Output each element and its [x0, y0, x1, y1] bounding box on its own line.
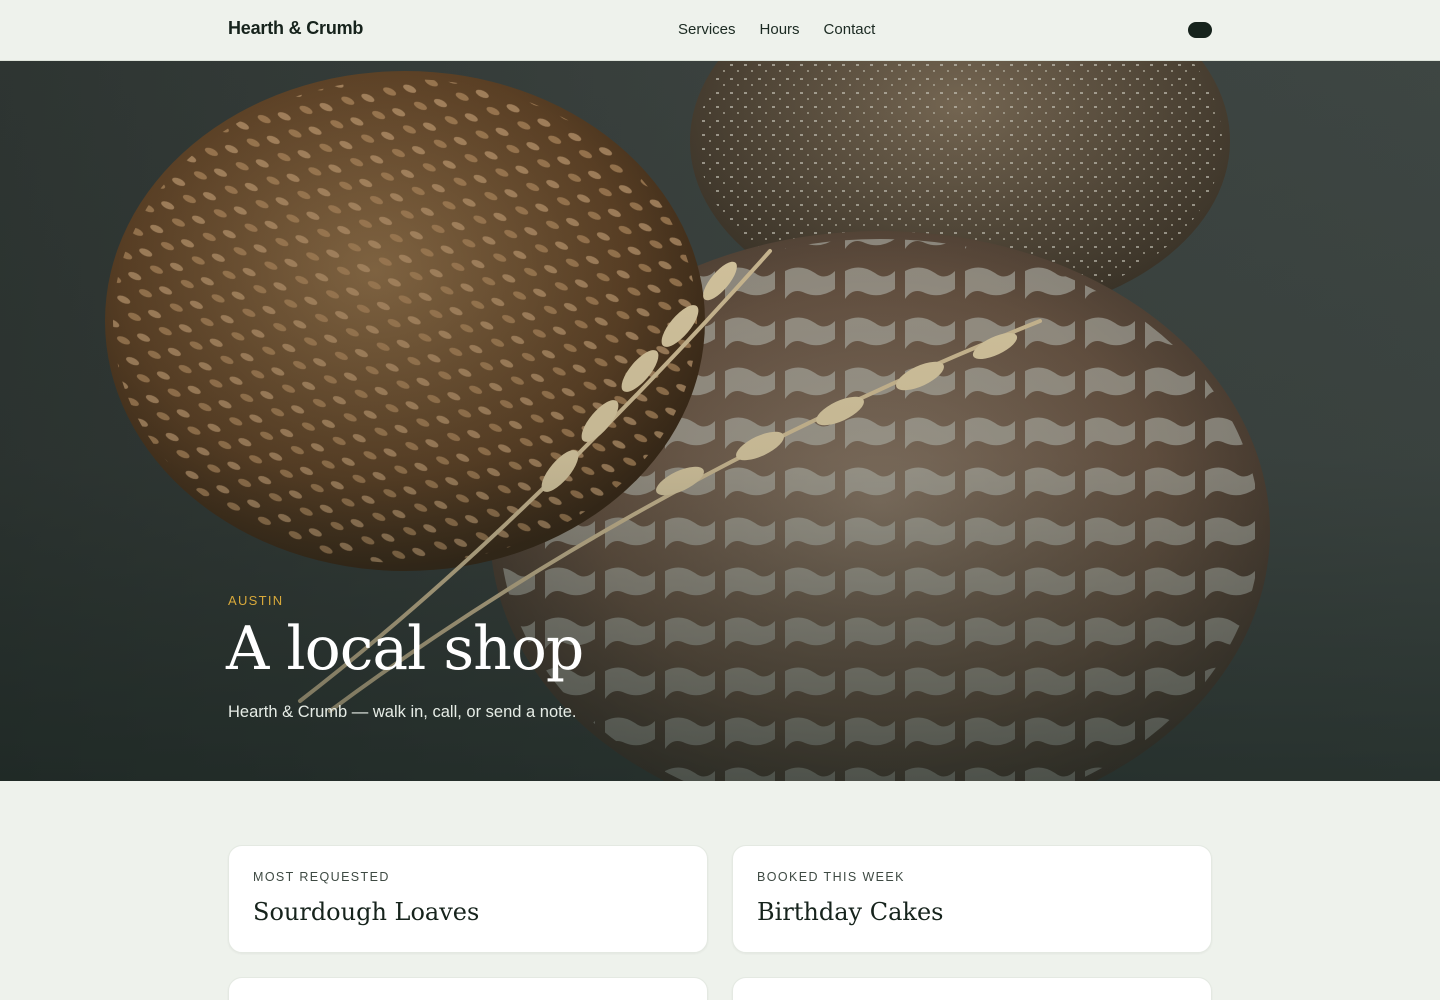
hero-subtitle: Hearth & Crumb — walk in, call, or send …	[228, 703, 577, 721]
service-card[interactable]	[732, 977, 1212, 1000]
card-kicker: BOOKED THIS WEEK	[757, 870, 905, 884]
hero-overlay	[0, 61, 1440, 781]
site-header: Hearth & Crumb Services Hours Contact	[0, 0, 1440, 61]
card-title: Birthday Cakes	[757, 898, 944, 926]
service-card-booked-this-week[interactable]: BOOKED THIS WEEK Birthday Cakes	[732, 845, 1212, 953]
nav-link-services[interactable]: Services	[678, 21, 736, 38]
card-kicker: MOST REQUESTED	[253, 870, 390, 884]
nav-link-hours[interactable]: Hours	[760, 21, 800, 38]
hero-section: AUSTIN A local shop Hearth & Crumb — wal…	[0, 61, 1440, 781]
service-card-most-requested[interactable]: MOST REQUESTED Sourdough Loaves	[228, 845, 708, 953]
nav-link-contact[interactable]: Contact	[824, 21, 876, 38]
hero-location-label: AUSTIN	[228, 593, 284, 608]
main-nav: Services Hours Contact	[678, 21, 875, 38]
card-title: Sourdough Loaves	[253, 898, 480, 926]
brand-logo[interactable]: Hearth & Crumb	[228, 18, 363, 39]
menu-pill-icon[interactable]	[1188, 22, 1212, 38]
hero-title: A local shop	[226, 614, 584, 684]
service-card[interactable]	[228, 977, 708, 1000]
